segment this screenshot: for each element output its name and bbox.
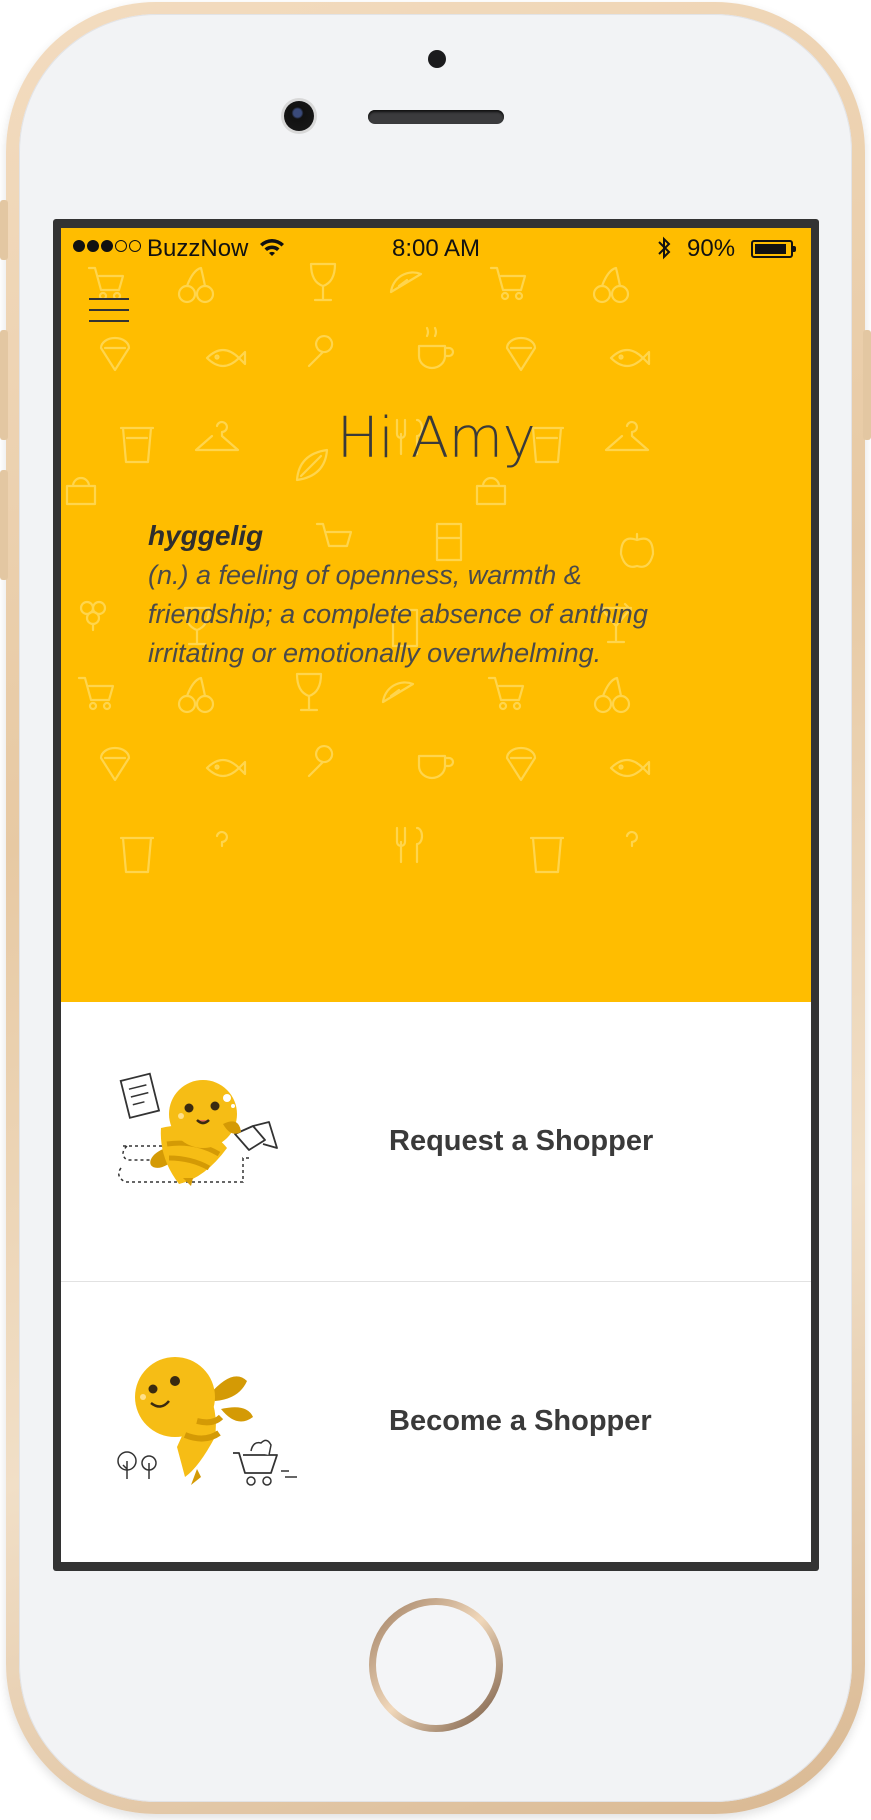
app-screen: BuzzNow 8:00 AM 90% Hi Amy hyggelig (n.)… [61,228,811,1562]
definition-line: friendship; a complete absence of anthin… [148,599,648,629]
battery-percentage: 90% [687,235,736,262]
request-shopper-option[interactable]: Request a Shopper [61,1002,811,1282]
greeting-title: Hi Amy [336,406,536,471]
become-shopper-label: Become a Shopper [389,1405,652,1437]
power-button [863,330,871,440]
hamburger-menu-icon[interactable] [89,298,129,324]
status-bar: BuzzNow 8:00 AM 90% [61,228,811,268]
bluetooth-icon [658,236,671,260]
request-shopper-label: Request a Shopper [389,1125,654,1157]
front-camera [284,101,314,131]
definition-line: (n.) a feeling of openness, warmth & [148,560,582,590]
definition-meaning: (n.) a feeling of openness, warmth & fri… [148,556,668,673]
earpiece-speaker [368,110,504,124]
battery-icon [751,240,796,258]
mute-switch [0,200,8,260]
home-button[interactable] [369,1598,503,1732]
definition-line: irritating or emotionally overwhelming. [148,638,602,668]
volume-down-button [0,470,8,580]
bee-with-shopping-cart-illustration [117,1357,297,1486]
bee-with-list-and-megaphone-illustration [118,1072,278,1186]
word-definition: hyggelig (n.) a feeling of openness, war… [148,520,668,673]
battery-fill [755,244,786,254]
volume-up-button [0,330,8,440]
hero-section: BuzzNow 8:00 AM 90% Hi Amy hyggelig (n.)… [61,228,811,1002]
definition-word: hyggelig [148,520,264,551]
proximity-sensor [428,50,446,68]
become-shopper-option[interactable]: Become a Shopper [61,1283,811,1562]
